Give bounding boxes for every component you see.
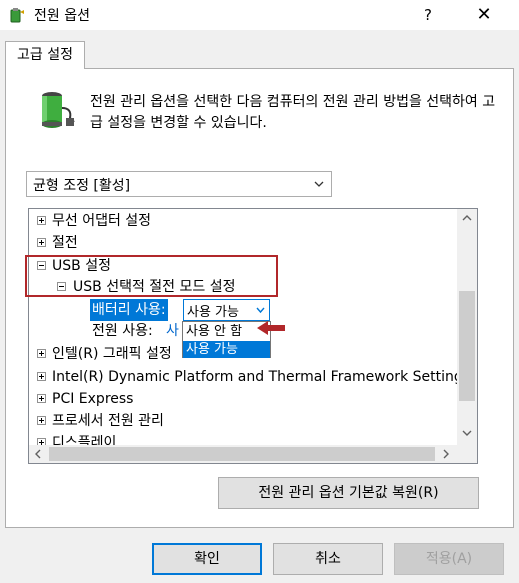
help-button[interactable]: ? xyxy=(410,0,446,30)
chevron-down-icon[interactable] xyxy=(461,428,473,438)
expand-icon[interactable] xyxy=(37,372,46,381)
chevron-right-icon[interactable] xyxy=(441,448,451,460)
chevron-up-icon[interactable] xyxy=(461,213,473,223)
tab-advanced-settings[interactable]: 고급 설정 xyxy=(5,41,85,69)
battery-setting-label[interactable]: 배터리 사용: xyxy=(90,299,168,321)
chevron-down-icon xyxy=(314,181,324,187)
power-plan-value: 균형 조정 [활성] xyxy=(33,178,131,194)
vertical-scrollbar[interactable] xyxy=(457,209,477,446)
expand-icon[interactable] xyxy=(37,349,46,358)
tree-item-intel-graphics[interactable]: 인텔(R) 그래픽 설정 xyxy=(52,343,172,365)
tree-item-plugged-in-label[interactable]: 전원 사용: xyxy=(92,320,153,342)
chevron-down-icon xyxy=(256,307,265,314)
battery-setting-value: 사용 가능 xyxy=(187,305,239,320)
option-enabled[interactable]: 사용 가능 xyxy=(183,341,270,358)
expand-icon[interactable] xyxy=(37,238,46,247)
cancel-button[interactable]: 취소 xyxy=(273,543,383,575)
close-button[interactable]: ✕ xyxy=(461,0,507,30)
expand-icon[interactable] xyxy=(37,438,46,445)
red-arrow-annotation xyxy=(257,321,285,335)
tree-item-processor-power[interactable]: 프로세서 전원 관리 xyxy=(52,410,164,432)
tree-item-sleep[interactable]: 절전 xyxy=(52,232,78,254)
description-text: 전원 관리 옵션을 선택한 다음 컴퓨터의 전원 관리 방법을 선택하여 고급 … xyxy=(90,94,496,131)
vertical-scroll-thumb[interactable] xyxy=(459,291,475,401)
plugged-in-value[interactable]: 사 xyxy=(166,320,179,342)
window-title: 전원 옵션 xyxy=(34,8,90,24)
tree-clip: 디스플레이 xyxy=(29,430,457,445)
power-options-icon xyxy=(10,8,24,23)
battery-setting-select[interactable]: 사용 가능 xyxy=(183,299,270,321)
apply-button: 적용(A) xyxy=(394,543,504,575)
tree-item-intel-dptf[interactable]: Intel(R) Dynamic Platform and Thermal Fr… xyxy=(52,366,457,388)
expand-icon[interactable] xyxy=(37,216,46,225)
tree-item-display[interactable]: 디스플레이 xyxy=(52,432,116,445)
expand-icon[interactable] xyxy=(37,416,46,425)
horizontal-scroll-thumb[interactable] xyxy=(49,447,435,461)
horizontal-scrollbar[interactable] xyxy=(29,445,457,463)
title-bar: 전원 옵션 ? ✕ xyxy=(0,0,519,30)
tree-item-pci-express[interactable]: PCI Express xyxy=(52,388,133,410)
highlight-box xyxy=(25,255,278,297)
chevron-left-icon[interactable] xyxy=(33,448,43,460)
scroll-corner xyxy=(457,445,477,463)
battery-plug-icon xyxy=(42,92,75,128)
restore-defaults-button[interactable]: 전원 관리 옵션 기본값 복원(R) xyxy=(218,477,479,509)
tree-item-wireless[interactable]: 무선 어댑터 설정 xyxy=(52,210,151,232)
ok-button[interactable]: 확인 xyxy=(152,543,262,575)
power-plan-select[interactable]: 균형 조정 [활성] xyxy=(26,171,332,197)
expand-icon[interactable] xyxy=(37,394,46,403)
